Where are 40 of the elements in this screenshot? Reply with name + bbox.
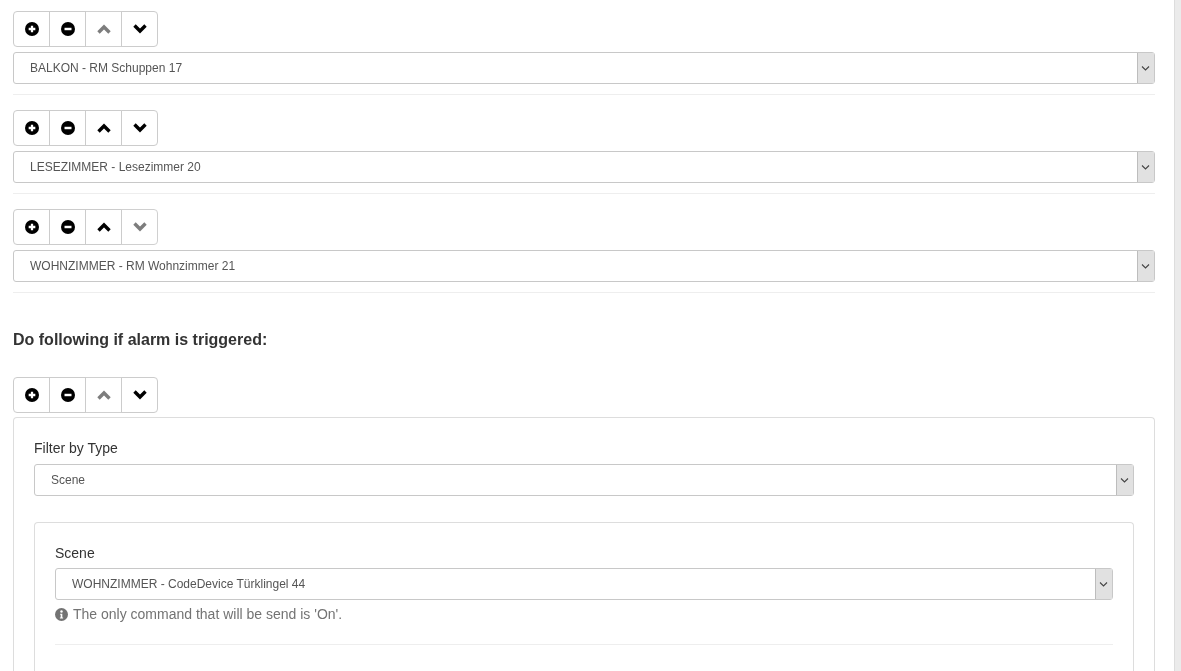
field-label: Filter by Type [34,439,119,458]
chevron-down-icon [132,123,147,133]
minus-circle-icon [60,22,75,36]
chevron-up-icon [96,24,111,34]
remove-button[interactable] [49,11,86,47]
plus-circle-icon [24,22,39,36]
chevron-up-icon [96,222,111,232]
section-heading: Do following if alarm is triggered: [13,330,269,350]
chevron-up-icon [96,390,111,400]
chevron-down-icon [132,24,147,34]
add-button[interactable] [13,377,50,413]
remove-button[interactable] [49,110,86,146]
dropdown[interactable]: LESEZIMMER - Lesezimmer 20 [13,151,1155,183]
dropdown[interactable]: BALKON - RM Schuppen 17 [13,52,1155,84]
add-button[interactable] [13,11,50,47]
remove-button[interactable] [49,377,86,413]
move-down-button[interactable] [121,110,158,146]
plus-circle-icon [24,388,39,402]
plus-circle-icon [24,121,39,135]
move-up-button[interactable] [85,209,122,245]
plus-circle-icon [24,220,39,234]
move-down-button[interactable] [121,11,158,47]
minus-circle-icon [60,121,75,135]
field-label: Scene [55,544,96,563]
info-icon [55,607,68,621]
chevron-down-icon [132,390,147,400]
scrollbar[interactable] [1174,0,1181,671]
dropdown[interactable]: WOHNZIMMER - RM Wohnzimmer 21 [13,250,1155,282]
remove-button[interactable] [49,209,86,245]
minus-circle-icon [60,220,75,234]
minus-circle-icon [60,388,75,402]
chevron-up-icon [96,123,111,133]
help-text: The only command that will be send is 'On'. [73,605,343,623]
move-down-button[interactable] [121,377,158,413]
move-up-button[interactable] [85,110,122,146]
chevron-down-icon [132,222,147,232]
add-button[interactable] [13,209,50,245]
dropdown[interactable]: WOHNZIMMER - CodeDevice Türklingel 44 [55,568,1113,600]
dropdown[interactable]: Scene [34,464,1134,496]
add-button[interactable] [13,110,50,146]
